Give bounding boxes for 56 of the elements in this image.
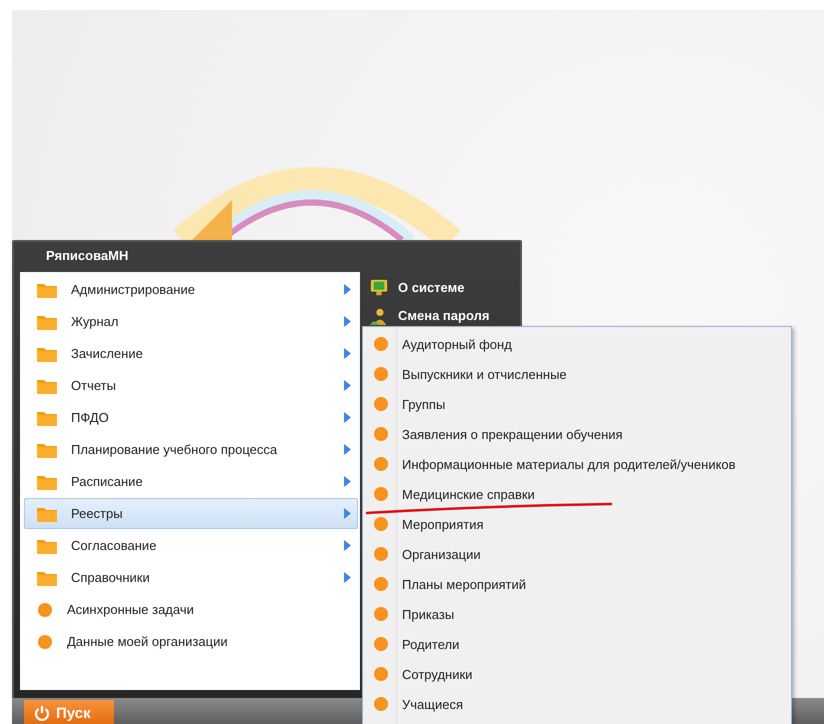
users-icon [370, 307, 388, 325]
submenu-item[interactable]: Родители [363, 629, 791, 659]
bullet-dot-icon [373, 426, 389, 442]
bullet-dot-icon [37, 602, 53, 618]
menu-item[interactable]: ПФДО [24, 402, 358, 433]
folder-icon [37, 410, 57, 426]
user-name: РяписоваМН [45, 247, 130, 265]
folder-icon [37, 346, 57, 362]
bullet-dot-icon [373, 486, 389, 502]
bullet-dot-icon [373, 396, 389, 412]
menu-item[interactable]: Справочники [24, 562, 358, 593]
menu-item[interactable]: Администрирование [24, 274, 358, 305]
bullet-dot-icon [373, 666, 389, 682]
menu-item[interactable]: Асинхронные задачи [24, 594, 358, 625]
folder-icon [37, 314, 57, 330]
submenu-item[interactable]: Медицинские справки [363, 479, 791, 509]
system-link[interactable]: О системе [370, 279, 464, 297]
folder-icon [37, 442, 57, 458]
submenu-item[interactable]: Учащиеся [363, 689, 791, 719]
bullet-dot-icon [373, 546, 389, 562]
submenu-item[interactable]: Организации [363, 539, 791, 569]
bullet-dot-icon [373, 366, 389, 382]
menu-item[interactable]: Расписание [24, 466, 358, 497]
system-link[interactable]: Смена пароля [370, 307, 490, 325]
folder-icon [37, 506, 57, 522]
monitor-icon [370, 279, 388, 297]
menu-item[interactable]: Реестры [24, 498, 358, 529]
submenu-item[interactable]: Сотрудники [363, 659, 791, 689]
folder-icon [37, 538, 57, 554]
bullet-dot-icon [37, 634, 53, 650]
submenu-item[interactable]: Аудиторный фонд [363, 329, 791, 359]
submenu-item[interactable]: Приказы [363, 599, 791, 629]
menu-item[interactable]: Согласование [24, 530, 358, 561]
bullet-dot-icon [373, 576, 389, 592]
menu-item[interactable]: Журнал [24, 306, 358, 337]
submenu-item[interactable]: Группы [363, 389, 791, 419]
submenu-item[interactable]: Заявления о прекращении обучения [363, 419, 791, 449]
folder-icon [37, 570, 57, 586]
menu-item[interactable]: Данные моей организации [24, 626, 358, 657]
menu-item[interactable]: Планирование учебного процесса [24, 434, 358, 465]
bullet-dot-icon [373, 456, 389, 472]
submenu-item[interactable]: Информационные материалы для родителей/учеников [363, 449, 791, 479]
bullet-dot-icon [373, 336, 389, 352]
submenu-item[interactable]: Мероприятия [363, 509, 791, 539]
bullet-dot-icon [373, 696, 389, 712]
power-icon [34, 705, 50, 721]
bullet-dot-icon [373, 636, 389, 652]
submenu-item[interactable]: Планы мероприятий [363, 569, 791, 599]
folder-icon [37, 474, 57, 490]
submenu-item[interactable]: Выпускники и отчисленные [363, 359, 791, 389]
menu-item[interactable]: Зачисление [24, 338, 358, 369]
folder-icon [37, 378, 57, 394]
folder-icon [37, 282, 57, 298]
bullet-dot-icon [373, 516, 389, 532]
menu-item[interactable]: Отчеты [24, 370, 358, 401]
bullet-dot-icon [373, 606, 389, 622]
